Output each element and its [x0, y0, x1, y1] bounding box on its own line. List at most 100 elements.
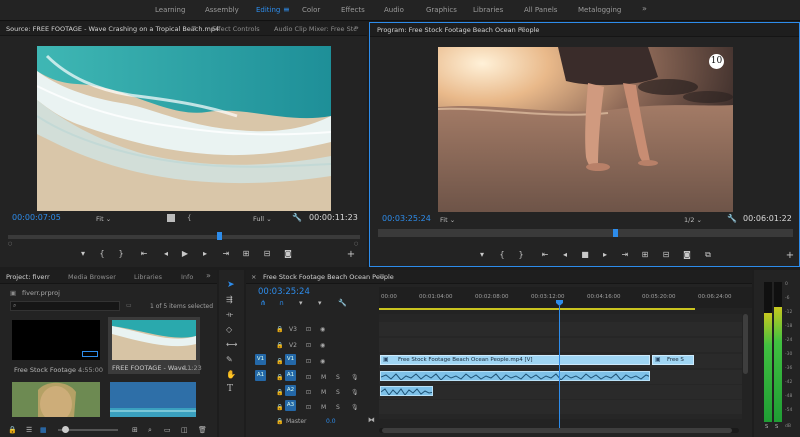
v2-track-name[interactable]: V2: [289, 342, 297, 349]
source-playhead[interactable]: [217, 232, 223, 240]
v3-eye-icon[interactable]: ◉: [320, 326, 325, 333]
workspace-tab-assembly[interactable]: Assembly: [205, 6, 239, 14]
v1-eye-icon[interactable]: ◉: [320, 358, 325, 365]
a2-mic-icon[interactable]: 🎙: [351, 389, 359, 396]
source-scrub-bar[interactable]: [8, 232, 360, 240]
workspace-tab-editing[interactable]: Editing: [256, 6, 280, 14]
v1-sync-icon[interactable]: ⊡: [306, 358, 311, 365]
source-settings-wrench-icon[interactable]: 🔧: [292, 213, 302, 222]
new-bin-icon[interactable]: ▭: [126, 302, 132, 309]
v3-sync-icon[interactable]: ⊡: [306, 326, 311, 333]
snap-icon[interactable]: ⋔: [260, 299, 266, 307]
a1-mic-icon[interactable]: 🎙: [351, 374, 359, 381]
tab-menu-icon[interactable]: ≡: [191, 24, 197, 32]
program-video-frame[interactable]: 10: [438, 47, 733, 212]
a2-lock-icon[interactable]: 🔒: [276, 389, 283, 396]
a3-sync-icon[interactable]: ⊡: [306, 404, 311, 411]
work-area-bar[interactable]: [379, 308, 695, 310]
source-export-frame-icon[interactable]: ◙: [283, 249, 293, 258]
program-step-forward-icon[interactable]: ▸: [600, 250, 610, 259]
source-current-time[interactable]: 00:00:07:05: [12, 213, 61, 222]
program-current-time[interactable]: 00:03:25:24: [382, 214, 431, 223]
program-stop-icon[interactable]: ■: [580, 250, 590, 259]
workspace-tab-audio[interactable]: Audio: [384, 6, 404, 14]
selection-tool-icon[interactable]: ➤: [227, 280, 235, 290]
track-select-forward-icon[interactable]: ⇶: [226, 295, 233, 304]
new-bin-button-icon[interactable]: ▭: [164, 426, 171, 434]
source-go-to-out-icon[interactable]: ⇥: [221, 249, 231, 258]
tab-program[interactable]: Program: Free Stock Footage Beach Ocean …: [377, 26, 539, 34]
hand-icon[interactable]: ✋: [226, 370, 236, 379]
source-mark-in-icon[interactable]: {: [97, 249, 107, 258]
source-step-back-icon[interactable]: ◂: [161, 249, 171, 258]
a3-track-lane[interactable]: [379, 400, 742, 414]
timeline-current-time[interactable]: 00:03:25:24: [258, 287, 310, 297]
workspace-tab-graphics[interactable]: Graphics: [426, 6, 457, 14]
workspace-tab-effects[interactable]: Effects: [341, 6, 365, 14]
timeline-settings-wrench-icon[interactable]: 🔧: [338, 299, 347, 307]
program-mark-in-icon[interactable]: {: [497, 250, 507, 259]
a1-track-name[interactable]: A1: [285, 370, 296, 381]
a1-lock-icon[interactable]: 🔒: [276, 374, 283, 381]
tab-info[interactable]: Info: [181, 273, 193, 281]
v1-clip-main[interactable]: ▣ Free Stock Footage Beach Ocean People.…: [380, 355, 650, 365]
program-playhead[interactable]: [612, 229, 618, 237]
project-item-thumbnail-3[interactable]: [12, 382, 100, 417]
zoom-slider[interactable]: [58, 426, 118, 433]
v1-source-patch[interactable]: V1: [255, 354, 266, 365]
a2-track-name[interactable]: A2: [285, 385, 296, 396]
source-insert-icon[interactable]: [167, 214, 175, 222]
lock-icon[interactable]: 🔒: [8, 426, 17, 434]
program-go-to-in-icon[interactable]: ⇤: [540, 250, 550, 259]
v2-eye-icon[interactable]: ◉: [320, 342, 325, 349]
source-go-to-in-icon[interactable]: ⇤: [139, 249, 149, 258]
linked-selection-icon[interactable]: ∩: [279, 299, 284, 307]
a2-track-lane[interactable]: [379, 385, 742, 399]
slip-icon[interactable]: ⟷: [226, 340, 237, 349]
v1-track-name[interactable]: V1: [285, 354, 296, 365]
marker-icon[interactable]: ▾: [318, 299, 322, 307]
project-item-thumbnail-4[interactable]: [110, 382, 196, 417]
workspace-tab-color[interactable]: Color: [302, 6, 320, 14]
program-go-to-out-icon[interactable]: ⇥: [620, 250, 630, 259]
a2-sync-icon[interactable]: ⊡: [306, 389, 311, 396]
timeline-tab-menu-icon[interactable]: ≡: [379, 272, 385, 280]
new-item-icon[interactable]: ◫: [181, 426, 188, 434]
project-overflow-icon[interactable]: »: [206, 271, 211, 280]
project-search-input[interactable]: ⌕: [10, 301, 120, 311]
tab-audio-clip-mixer[interactable]: Audio Clip Mixer: Free Stc: [274, 25, 357, 33]
a2-clip[interactable]: [380, 386, 433, 396]
program-mark-out-icon[interactable]: }: [516, 250, 526, 259]
program-settings-wrench-icon[interactable]: 🔧: [727, 214, 737, 223]
program-lift-icon[interactable]: ⊞: [640, 250, 650, 259]
program-comparison-icon[interactable]: ⧉: [703, 250, 713, 260]
list-view-icon[interactable]: ☰: [26, 426, 32, 434]
v2-lock-icon[interactable]: 🔒: [276, 342, 283, 349]
a3-mic-icon[interactable]: 🎙: [351, 404, 359, 411]
track-area[interactable]: ▣ Free Stock Footage Beach Ocean People.…: [379, 314, 742, 419]
source-overwrite-button-icon[interactable]: ⊟: [262, 249, 272, 258]
a3-track-name[interactable]: A3: [285, 400, 296, 411]
workspace-tab-libraries[interactable]: Libraries: [473, 6, 503, 14]
program-fit-dropdown[interactable]: Fit ⌄: [440, 216, 455, 224]
a2-mute-button[interactable]: M: [321, 389, 326, 396]
source-overwrite-icon[interactable]: {: [187, 214, 191, 222]
automate-to-sequence-icon[interactable]: ⊞: [132, 426, 138, 434]
workspace-tab-all-panels[interactable]: All Panels: [524, 6, 557, 14]
source-insert-button-icon[interactable]: ⊞: [241, 249, 251, 258]
project-item-selected[interactable]: FREE FOOTAGE - Wave... 11:23: [108, 317, 202, 374]
workspace-overflow-icon[interactable]: »: [642, 4, 647, 13]
master-lock-icon[interactable]: 🔒: [276, 418, 283, 425]
zoom-slider-handle[interactable]: [62, 426, 69, 433]
v1-clip-second[interactable]: ▣ Free S: [652, 355, 694, 365]
program-scrub-bar[interactable]: [378, 229, 793, 237]
source-play-icon[interactable]: ▶: [180, 249, 190, 258]
timeline-vertical-scrollbar[interactable]: [743, 314, 748, 374]
trash-icon[interactable]: 🗑: [198, 426, 207, 434]
v1-lock-icon[interactable]: 🔒: [276, 358, 283, 365]
a3-solo-button[interactable]: S: [336, 404, 340, 411]
a1-solo-button[interactable]: S: [336, 374, 340, 381]
program-add-button-icon[interactable]: +: [785, 250, 795, 261]
panel-overflow-icon[interactable]: »: [354, 23, 359, 32]
source-quality-dropdown[interactable]: Full ⌄: [253, 215, 272, 223]
